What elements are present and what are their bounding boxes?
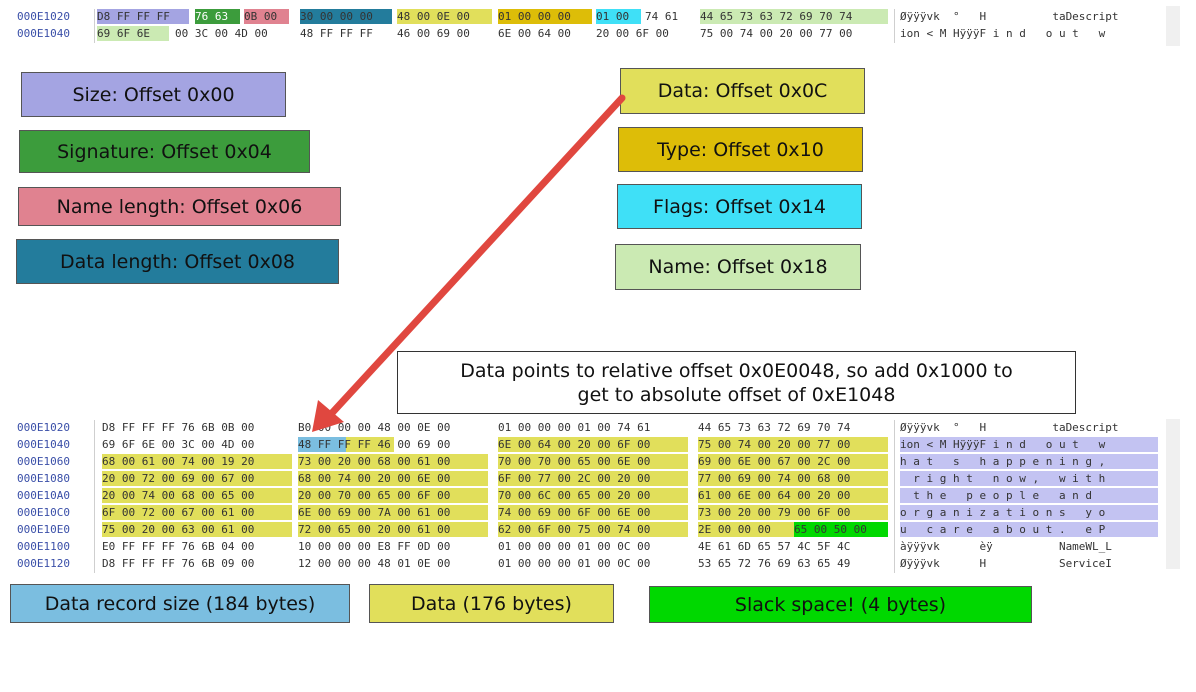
slack-space-legend: Slack space! (4 bytes) (649, 586, 1032, 623)
record-size-legend: Data record size (184 bytes) (10, 584, 350, 623)
arrow-shaft (328, 94, 626, 417)
data-legend: Data (176 bytes) (369, 584, 614, 623)
